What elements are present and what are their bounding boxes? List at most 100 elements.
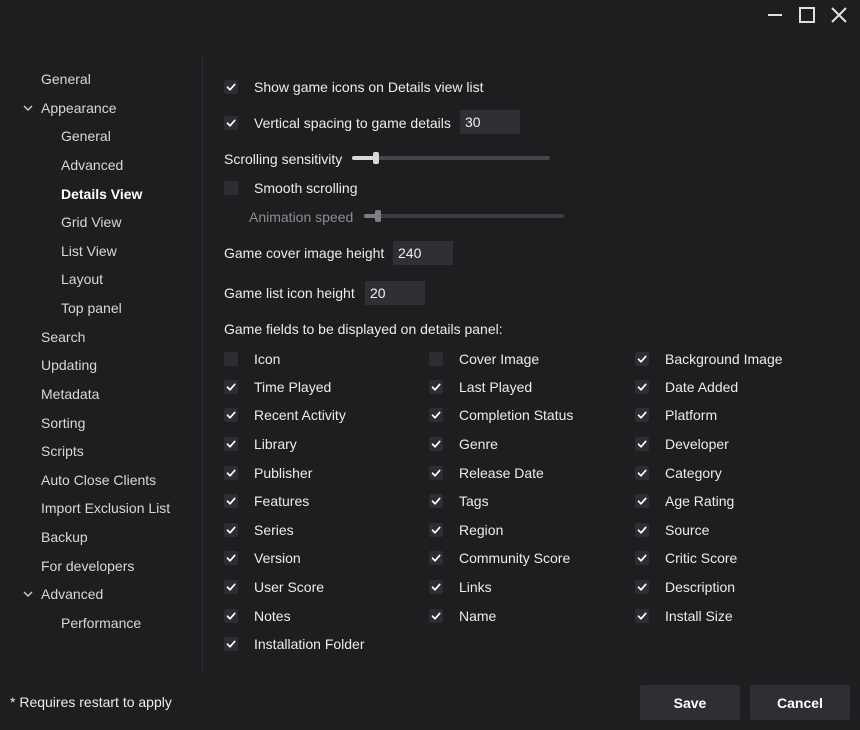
- sidebar-item-performance-sub[interactable]: Performance: [61, 614, 141, 632]
- slider-thumb[interactable]: [375, 210, 381, 222]
- sidebar-item-top-panel-sub[interactable]: Top panel: [61, 299, 122, 317]
- field-checkbox[interactable]: [635, 523, 649, 537]
- cover-height-input[interactable]: [393, 241, 453, 265]
- field-option-critic-score[interactable]: Critic Score: [635, 549, 737, 567]
- scrolling-sensitivity-slider[interactable]: [352, 151, 550, 165]
- save-button[interactable]: Save: [640, 685, 740, 720]
- field-checkbox[interactable]: [429, 466, 443, 480]
- field-option-release-date[interactable]: Release Date: [429, 464, 544, 482]
- field-option-version[interactable]: Version: [224, 549, 301, 567]
- field-option-name[interactable]: Name: [429, 607, 496, 625]
- sidebar-item-for-developers[interactable]: For developers: [41, 557, 134, 575]
- sidebar-item-import-exclusion-list[interactable]: Import Exclusion List: [41, 499, 170, 517]
- vertical-spacing-row[interactable]: Vertical spacing to game details: [224, 114, 451, 132]
- vertical-spacing-input[interactable]: [460, 110, 520, 134]
- sidebar-item-appearance[interactable]: Appearance: [41, 99, 117, 117]
- sidebar-item-updating[interactable]: Updating: [41, 356, 97, 374]
- field-option-links[interactable]: Links: [429, 578, 492, 596]
- field-option-cover-image[interactable]: Cover Image: [429, 350, 539, 368]
- field-checkbox[interactable]: [429, 609, 443, 623]
- sidebar-item-sorting[interactable]: Sorting: [41, 414, 85, 432]
- maximize-button[interactable]: [796, 4, 818, 26]
- sidebar-item-general-sub[interactable]: General: [61, 127, 111, 145]
- field-option-platform[interactable]: Platform: [635, 406, 717, 424]
- field-option-region[interactable]: Region: [429, 521, 503, 539]
- field-option-series[interactable]: Series: [224, 521, 294, 539]
- close-button[interactable]: [828, 4, 850, 26]
- field-option-install-size[interactable]: Install Size: [635, 607, 733, 625]
- field-option-tags[interactable]: Tags: [429, 492, 489, 510]
- sidebar-item-grid-view-sub[interactable]: Grid View: [61, 213, 121, 231]
- chevron-down-icon[interactable]: [22, 101, 34, 113]
- field-checkbox[interactable]: [224, 637, 238, 651]
- cancel-button[interactable]: Cancel: [750, 685, 850, 720]
- field-checkbox[interactable]: [635, 609, 649, 623]
- field-checkbox[interactable]: [224, 551, 238, 565]
- field-option-installation-folder[interactable]: Installation Folder: [224, 635, 365, 653]
- field-checkbox[interactable]: [635, 466, 649, 480]
- sidebar-item-backup[interactable]: Backup: [41, 528, 88, 546]
- field-checkbox[interactable]: [635, 352, 649, 366]
- sidebar-item-auto-close-clients[interactable]: Auto Close Clients: [41, 471, 156, 489]
- sidebar-item-search[interactable]: Search: [41, 328, 85, 346]
- field-option-features[interactable]: Features: [224, 492, 309, 510]
- field-checkbox[interactable]: [429, 408, 443, 422]
- field-option-genre[interactable]: Genre: [429, 435, 498, 453]
- animation-speed-slider[interactable]: [364, 209, 564, 223]
- field-checkbox[interactable]: [635, 494, 649, 508]
- field-checkbox[interactable]: [429, 523, 443, 537]
- sidebar-item-general[interactable]: General: [41, 70, 91, 88]
- field-option-background-image[interactable]: Background Image: [635, 350, 783, 368]
- field-option-category[interactable]: Category: [635, 464, 722, 482]
- field-checkbox[interactable]: [429, 551, 443, 565]
- sidebar-item-advanced[interactable]: Advanced: [41, 585, 103, 603]
- field-checkbox[interactable]: [429, 380, 443, 394]
- field-option-notes[interactable]: Notes: [224, 607, 291, 625]
- field-checkbox[interactable]: [429, 437, 443, 451]
- vertical-spacing-checkbox[interactable]: [224, 116, 238, 130]
- field-checkbox[interactable]: [429, 494, 443, 508]
- icon-height-input[interactable]: [365, 281, 425, 305]
- field-checkbox[interactable]: [635, 580, 649, 594]
- field-checkbox[interactable]: [224, 494, 238, 508]
- field-option-community-score[interactable]: Community Score: [429, 549, 570, 567]
- field-checkbox[interactable]: [224, 466, 238, 480]
- sidebar-item-scripts[interactable]: Scripts: [41, 442, 84, 460]
- sidebar-item-list-view-sub[interactable]: List View: [61, 242, 117, 260]
- field-checkbox[interactable]: [224, 523, 238, 537]
- field-option-user-score[interactable]: User Score: [224, 578, 324, 596]
- show-icons-row[interactable]: Show game icons on Details view list: [224, 78, 484, 96]
- field-option-age-rating[interactable]: Age Rating: [635, 492, 734, 510]
- field-checkbox[interactable]: [224, 609, 238, 623]
- field-option-date-added[interactable]: Date Added: [635, 378, 738, 396]
- field-checkbox[interactable]: [635, 408, 649, 422]
- field-option-source[interactable]: Source: [635, 521, 709, 539]
- field-checkbox[interactable]: [635, 437, 649, 451]
- field-checkbox[interactable]: [429, 352, 443, 366]
- sidebar-item-metadata[interactable]: Metadata: [41, 385, 99, 403]
- field-checkbox[interactable]: [224, 408, 238, 422]
- smooth-scrolling-row[interactable]: Smooth scrolling: [224, 179, 358, 197]
- field-option-last-played[interactable]: Last Played: [429, 378, 532, 396]
- field-checkbox[interactable]: [224, 437, 238, 451]
- field-checkbox[interactable]: [635, 380, 649, 394]
- sidebar-item-layout-sub[interactable]: Layout: [61, 270, 103, 288]
- field-option-completion-status[interactable]: Completion Status: [429, 406, 573, 424]
- minimize-button[interactable]: [764, 4, 786, 26]
- field-checkbox[interactable]: [224, 352, 238, 366]
- slider-thumb[interactable]: [373, 152, 379, 164]
- field-option-publisher[interactable]: Publisher: [224, 464, 312, 482]
- field-checkbox[interactable]: [224, 380, 238, 394]
- smooth-scrolling-checkbox[interactable]: [224, 181, 238, 195]
- field-option-recent-activity[interactable]: Recent Activity: [224, 406, 346, 424]
- sidebar-item-details-view-sub[interactable]: Details View: [61, 185, 142, 203]
- field-option-time-played[interactable]: Time Played: [224, 378, 331, 396]
- field-option-developer[interactable]: Developer: [635, 435, 729, 453]
- chevron-down-icon[interactable]: [22, 587, 34, 599]
- sidebar-item-advanced-sub[interactable]: Advanced: [61, 156, 123, 174]
- show-icons-checkbox[interactable]: [224, 80, 238, 94]
- field-option-description[interactable]: Description: [635, 578, 735, 596]
- field-option-library[interactable]: Library: [224, 435, 297, 453]
- field-checkbox[interactable]: [224, 580, 238, 594]
- field-checkbox[interactable]: [635, 551, 649, 565]
